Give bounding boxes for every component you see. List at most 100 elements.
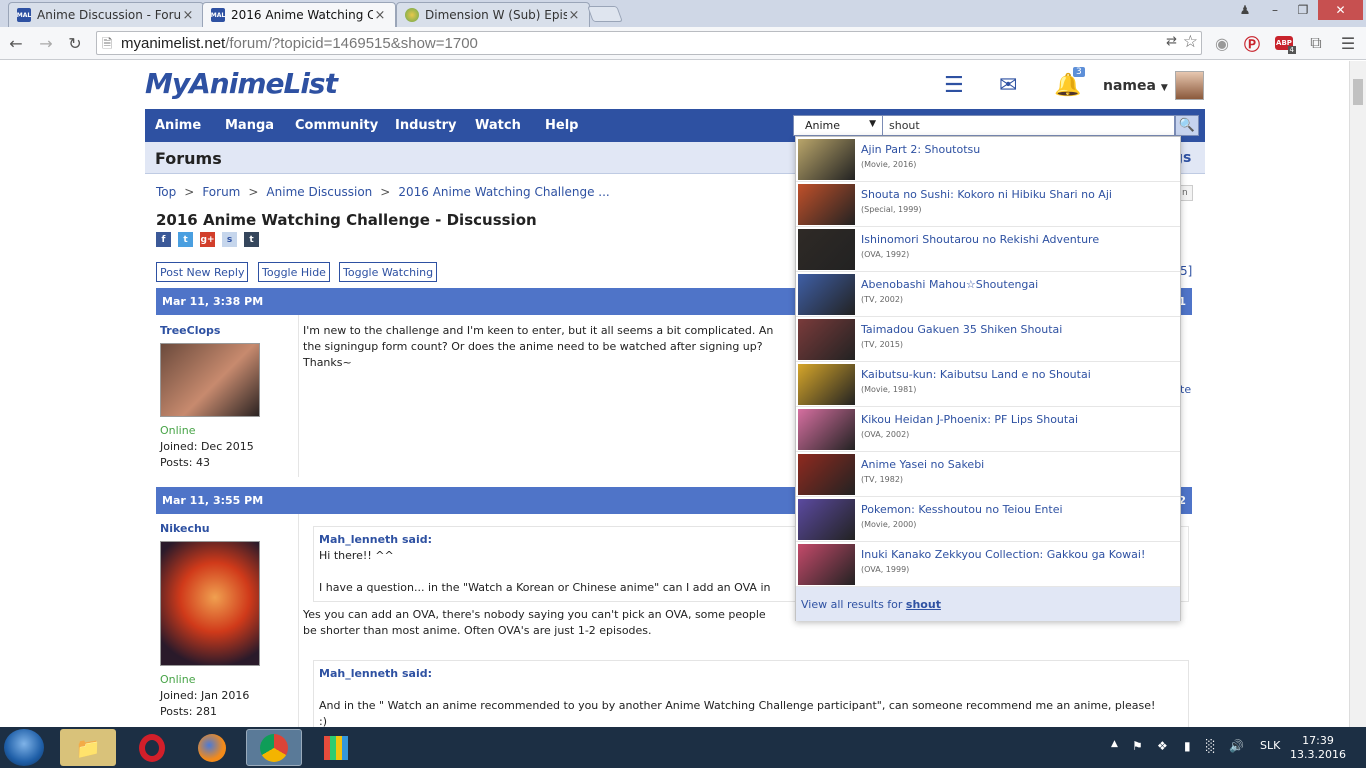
search-result-item[interactable]: Taimadou Gakuen 35 Shiken Shoutai (TV, 2… [796, 317, 1180, 362]
firefox-taskbar-icon[interactable] [184, 729, 240, 766]
explorer-taskbar-icon[interactable]: 📁 [60, 729, 116, 766]
google-plus-icon[interactable]: g+ [200, 232, 215, 247]
quote-author[interactable]: Mah_lenneth said: [319, 666, 1183, 682]
url-text: myanimelist.net/forum/?topicid=1469515&s… [121, 35, 478, 52]
breadcrumb-board[interactable]: Anime Discussion [266, 185, 372, 199]
result-thumbnail [798, 274, 855, 315]
scrollbar-thumb[interactable] [1353, 79, 1363, 105]
dropbox-icon[interactable]: ❖ [1157, 739, 1168, 753]
mail-icon[interactable]: ✉ [999, 73, 1017, 98]
extension-circle-icon[interactable]: ◉ [1210, 32, 1234, 54]
nav-item-watch[interactable]: Watch [475, 118, 521, 133]
translate-icon[interactable]: ⇄ [1166, 34, 1177, 49]
signal-icon[interactable]: ░ [1206, 739, 1215, 753]
search-result-item[interactable]: Ajin Part 2: Shoutotsu (Movie, 2016) [796, 137, 1180, 182]
toggle-watching-button[interactable]: Toggle Watching [339, 262, 438, 282]
post-new-reply-button[interactable]: Post New Reply [156, 262, 249, 282]
list-icon[interactable]: ☰ [944, 73, 964, 98]
post-username[interactable]: TreeClops [160, 324, 220, 337]
post-line: be shorter than most anime. Often OVA's … [303, 624, 652, 637]
start-button[interactable] [4, 729, 44, 766]
user-avatar[interactable] [160, 343, 260, 417]
search-result-item[interactable]: Pokemon: Kesshoutou no Teiou Entei (Movi… [796, 497, 1180, 542]
result-title: Pokemon: Kesshoutou no Teiou Entei [861, 503, 1063, 516]
app-grid-taskbar-icon[interactable] [308, 729, 364, 766]
menu-hamburger-icon[interactable]: ☰ [1336, 32, 1360, 54]
post-side-link[interactable]: te [1180, 383, 1191, 396]
search-result-item[interactable]: Ishinomori Shoutarou no Rekishi Adventur… [796, 227, 1180, 272]
show-hidden-icons-icon[interactable]: ▲ [1111, 739, 1118, 749]
search-result-item[interactable]: Abenobashi Mahou☆Shoutengai (TV, 2002) [796, 272, 1180, 317]
chrome-taskbar-icon[interactable] [246, 729, 302, 766]
new-tab-button[interactable] [587, 6, 623, 22]
user-menu[interactable]: namea ▼ [1103, 78, 1168, 94]
result-meta: (TV, 1982) [861, 475, 904, 484]
twitter-icon[interactable]: t [178, 232, 193, 247]
minimize-icon[interactable]: – [1262, 0, 1288, 20]
profile-icon[interactable]: ♟ [1232, 0, 1258, 20]
post-date: Mar 11, 3:55 PM [162, 494, 264, 507]
search-result-item[interactable]: Kikou Heidan J-Phoenix: PF Lips Shoutai … [796, 407, 1180, 452]
view-all-results-link[interactable]: View all results for shout [796, 587, 1180, 621]
breadcrumb-topic[interactable]: 2016 Anime Watching Challenge ... [398, 185, 609, 199]
tab-close-icon[interactable]: × [567, 8, 581, 23]
site-search: Anime ▼ shout 🔍 [793, 115, 1199, 136]
user-avatar[interactable] [160, 541, 260, 666]
search-category-select[interactable]: Anime ▼ [793, 115, 883, 136]
post-line: I'm new to the challenge and I'm keen to… [303, 324, 774, 337]
browser-tab-watching-challenge[interactable]: MAL 2016 Anime Watching Cha × [202, 2, 396, 27]
nav-item-community[interactable]: Community [295, 118, 378, 133]
breadcrumb-top[interactable]: Top [156, 185, 176, 199]
window-close-icon[interactable]: ✕ [1318, 0, 1363, 20]
tab-close-icon[interactable]: × [373, 8, 387, 23]
result-title: Shouta no Sushi: Kokoro ni Hibiku Shari … [861, 188, 1112, 201]
page-viewport: MyAnimeList ☰ ✉ 🔔 3 namea ▼ Anime Manga … [0, 61, 1349, 727]
online-status: Online [160, 673, 196, 686]
nav-item-help[interactable]: Help [545, 118, 578, 133]
nav-item-manga[interactable]: Manga [225, 118, 274, 133]
tumblr-icon[interactable]: t [244, 232, 259, 247]
post-line: the signingup form count? Or does the an… [303, 340, 763, 353]
network-flag-icon[interactable]: ⚑ [1132, 739, 1143, 753]
toggle-hide-button[interactable]: Toggle Hide [258, 262, 330, 282]
restore-icon[interactable]: ❐ [1290, 0, 1316, 20]
nav-item-anime[interactable]: Anime [155, 118, 201, 133]
search-result-item[interactable]: Kaibutsu-kun: Kaibutsu Land e no Shoutai… [796, 362, 1180, 407]
breadcrumb: Top > Forum > Anime Discussion >2016 Anime Wa… [156, 185, 610, 199]
battery-icon[interactable]: ▮ [1184, 739, 1191, 753]
search-result-item[interactable]: Inuki Kanako Zekkyou Collection: Gakkou … [796, 542, 1180, 587]
page-scrollbar[interactable] [1349, 61, 1366, 727]
reload-icon[interactable]: ↻ [63, 32, 87, 54]
breadcrumb-forum[interactable]: Forum [202, 185, 240, 199]
clock[interactable]: 17:39 13.3.2016 [1290, 734, 1346, 762]
result-meta: (OVA, 2002) [861, 430, 910, 439]
forward-icon[interactable]: → [34, 32, 58, 54]
clock-time: 17:39 [1302, 734, 1334, 747]
adblock-icon[interactable]: ABP 4 [1272, 32, 1296, 54]
extension-puzzle-icon[interactable]: ⧉ [1304, 32, 1328, 54]
search-result-item[interactable]: Shouta no Sushi: Kokoro ni Hibiku Shari … [796, 182, 1180, 227]
pagination-partial[interactable]: 5] [1180, 264, 1192, 278]
browser-tab-anime-discussion[interactable]: MAL Anime Discussion - Forum × [8, 2, 204, 27]
facebook-icon[interactable]: f [156, 232, 171, 247]
address-bar[interactable]: 🗎 myanimelist.net/forum/?topicid=1469515… [96, 31, 1202, 55]
clock-date: 13.3.2016 [1290, 748, 1346, 761]
opera-taskbar-icon[interactable] [124, 729, 180, 766]
pinterest-icon[interactable]: Ⓟ [1240, 32, 1264, 54]
search-result-item[interactable]: Anime Yasei no Sakebi (TV, 1982) [796, 452, 1180, 497]
avatar[interactable] [1175, 71, 1204, 100]
browser-tab-dimension-w[interactable]: Dimension W (Sub) Episod × [396, 2, 590, 27]
language-indicator[interactable]: SLK [1260, 739, 1280, 752]
tab-close-icon[interactable]: × [181, 8, 195, 23]
nav-item-industry[interactable]: Industry [395, 118, 457, 133]
search-input[interactable]: shout [883, 115, 1175, 136]
bookmark-star-icon[interactable]: ☆ [1183, 32, 1198, 52]
volume-icon[interactable]: 🔊 [1229, 739, 1244, 753]
post-body: Yes you can add an OVA, there's nobody s… [303, 607, 766, 639]
search-icon[interactable]: 🔍 [1175, 115, 1199, 136]
site-logo[interactable]: MyAnimeList [145, 67, 338, 100]
back-icon[interactable]: ← [4, 32, 28, 54]
post-username[interactable]: Nikechu [160, 522, 210, 535]
browser-toolbar: ← → ↻ 🗎 myanimelist.net/forum/?topicid=1… [0, 27, 1366, 60]
stumbleupon-icon[interactable]: s [222, 232, 237, 247]
